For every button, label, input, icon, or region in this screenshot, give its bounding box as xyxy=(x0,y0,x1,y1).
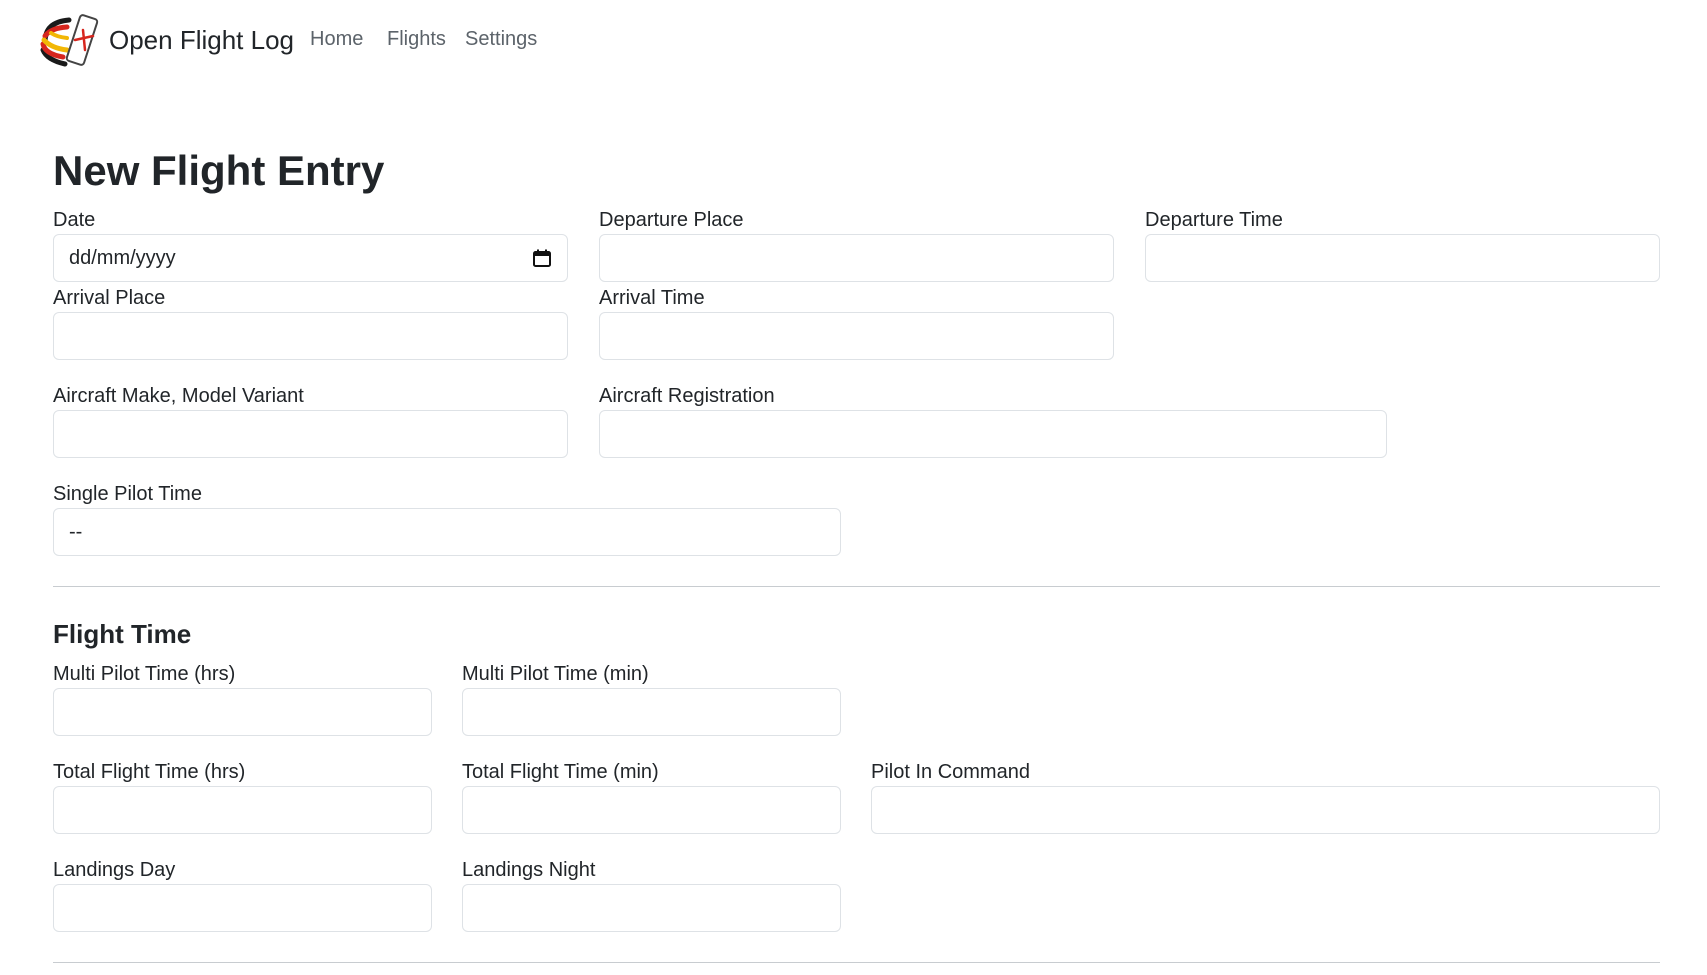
landings-day-label: Landings Day xyxy=(53,859,176,881)
single-pilot-time-select[interactable]: -- xyxy=(53,508,841,556)
navbar: Open Flight Log Home Flights Settings xyxy=(0,0,1707,80)
date-placeholder: dd/mm/yyyy xyxy=(69,246,176,269)
multi-pilot-hrs-label: Multi Pilot Time (hrs) xyxy=(53,663,236,685)
departure-place-label: Departure Place xyxy=(599,209,744,231)
departure-time-label: Departure Time xyxy=(1145,209,1283,231)
date-label: Date xyxy=(53,209,96,231)
arrival-place-label: Arrival Place xyxy=(53,287,166,309)
arrival-place-input[interactable] xyxy=(53,312,568,360)
departure-place-input[interactable] xyxy=(599,234,1114,282)
nav-link-settings[interactable]: Settings xyxy=(465,28,537,51)
multi-pilot-min-label: Multi Pilot Time (min) xyxy=(462,663,649,685)
nav-link-flights[interactable]: Flights xyxy=(387,28,446,51)
aircraft-registration-label: Aircraft Registration xyxy=(599,385,775,407)
calendar-icon[interactable] xyxy=(532,248,552,268)
arrival-time-label: Arrival Time xyxy=(599,287,705,309)
app-title: Open Flight Log xyxy=(109,24,295,55)
aircraft-model-label: Aircraft Make, Model Variant xyxy=(53,385,304,407)
single-pilot-time-selected: -- xyxy=(69,520,83,543)
aircraft-model-input[interactable] xyxy=(53,410,568,458)
total-flight-hrs-label: Total Flight Time (hrs) xyxy=(53,761,246,783)
arrival-time-input[interactable] xyxy=(599,312,1114,360)
pilot-in-command-label: Pilot In Command xyxy=(871,761,1030,783)
total-flight-min-label: Total Flight Time (min) xyxy=(462,761,659,783)
departure-time-input[interactable] xyxy=(1145,234,1660,282)
date-input[interactable]: dd/mm/yyyy xyxy=(53,234,568,282)
section-divider-bottom xyxy=(53,962,1660,963)
page-title: New Flight Entry xyxy=(53,147,385,194)
total-flight-min-input[interactable] xyxy=(462,786,841,834)
pilot-in-command-input[interactable] xyxy=(871,786,1660,834)
total-flight-hrs-input[interactable] xyxy=(53,786,432,834)
nav-link-home[interactable]: Home xyxy=(310,28,363,51)
section-divider xyxy=(53,586,1660,587)
landings-night-input[interactable] xyxy=(462,884,841,932)
flight-time-heading: Flight Time xyxy=(53,619,192,649)
landings-night-label: Landings Night xyxy=(462,859,596,881)
brand-link[interactable]: Open Flight Log xyxy=(37,10,294,70)
globe-plane-logo-icon xyxy=(40,14,99,67)
aircraft-registration-input[interactable] xyxy=(599,410,1387,458)
single-pilot-time-label: Single Pilot Time xyxy=(53,483,202,505)
multi-pilot-hrs-input[interactable] xyxy=(53,688,432,736)
multi-pilot-min-input[interactable] xyxy=(462,688,841,736)
landings-day-input[interactable] xyxy=(53,884,432,932)
